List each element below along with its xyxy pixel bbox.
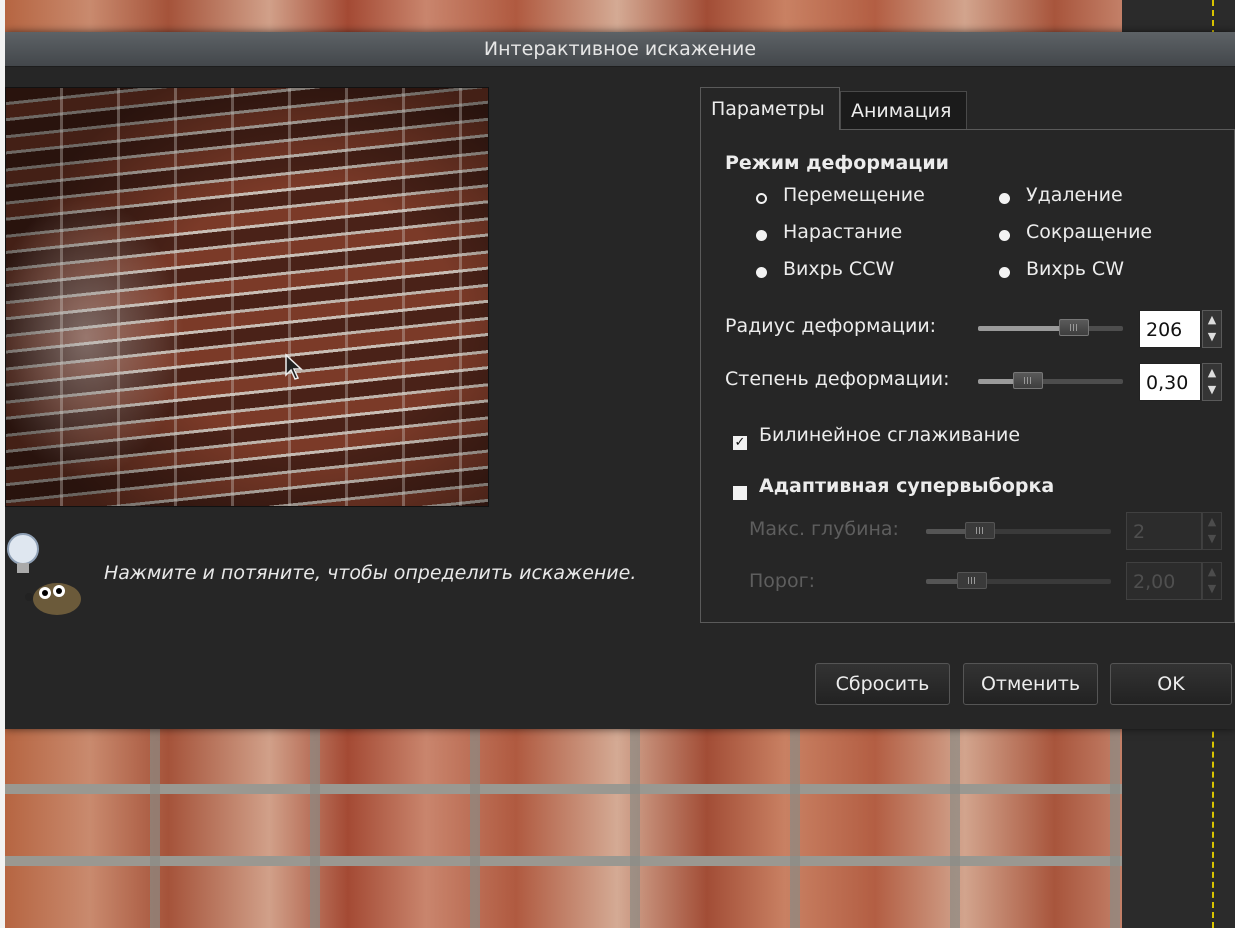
- radio-grow-label[interactable]: Нарастание: [783, 221, 902, 243]
- radio-swirl-ccw-icon[interactable]: [756, 267, 767, 278]
- chevron-up-icon: ▲: [1207, 565, 1217, 578]
- chevron-up-icon: ▲: [1207, 515, 1217, 528]
- radius-label: Радиус деформации:: [725, 315, 937, 337]
- window-edge: [0, 0, 5, 928]
- iwarp-dialog: Интерактивное искажение Нажмите и потяни…: [5, 32, 1235, 729]
- radio-move-icon[interactable]: [756, 193, 767, 204]
- max-depth-label: Макс. глубина:: [749, 518, 899, 540]
- canvas-image-top: [0, 0, 1126, 32]
- tab-animation[interactable]: Анимация: [840, 91, 967, 129]
- wilber-hint-icon: [7, 533, 81, 615]
- adaptive-label[interactable]: Адаптивная супервыборка: [759, 475, 1054, 497]
- warp-preview[interactable]: [5, 87, 489, 507]
- bilinear-label[interactable]: Билинейное сглаживание: [759, 424, 1020, 446]
- threshold-label: Порог:: [749, 570, 815, 592]
- bilinear-checkbox[interactable]: ✓: [733, 436, 747, 450]
- radius-slider-handle[interactable]: [1058, 319, 1089, 336]
- threshold-value-input: 2,00: [1126, 562, 1202, 600]
- chevron-up-icon[interactable]: ▲: [1208, 313, 1216, 326]
- pointer-cursor-icon: [285, 353, 303, 380]
- amount-spin-buttons[interactable]: ▲ ▼: [1202, 363, 1222, 401]
- ok-button[interactable]: OK: [1110, 663, 1232, 705]
- max-depth-slider-handle: [964, 522, 995, 539]
- reset-button[interactable]: Сбросить: [815, 663, 950, 705]
- radio-move-label[interactable]: Перемещение: [783, 184, 925, 206]
- amount-value-input[interactable]: 0,30: [1139, 363, 1201, 401]
- radio-swirl-cw-label[interactable]: Вихрь CW: [1026, 258, 1124, 280]
- radius-spin-buttons[interactable]: ▲ ▼: [1202, 310, 1222, 348]
- radio-grow-icon[interactable]: [756, 230, 767, 241]
- threshold-spin-buttons: ▲ ▼: [1202, 562, 1222, 600]
- dialog-title[interactable]: Интерактивное искажение: [5, 32, 1235, 67]
- chevron-down-icon: ▼: [1207, 532, 1217, 545]
- radio-remove-label[interactable]: Удаление: [1026, 184, 1123, 206]
- max-depth-spin-buttons: ▲ ▼: [1202, 512, 1222, 550]
- hint-text: Нажмите и потяните, чтобы определить иск…: [104, 562, 637, 584]
- chevron-down-icon[interactable]: ▼: [1208, 383, 1216, 396]
- radio-remove-icon[interactable]: [999, 193, 1010, 204]
- amount-slider-handle[interactable]: [1012, 372, 1043, 389]
- max-depth-slider: [926, 522, 1111, 539]
- amount-label: Степень деформации:: [725, 368, 950, 390]
- chevron-down-icon[interactable]: ▼: [1208, 330, 1216, 343]
- threshold-slider-handle: [957, 572, 987, 589]
- canvas-image-bottom: [0, 729, 1126, 928]
- radio-shrink-icon[interactable]: [999, 230, 1010, 241]
- threshold-slider: [926, 572, 1111, 589]
- radius-value-input[interactable]: 206: [1139, 310, 1201, 348]
- radio-swirl-ccw-label[interactable]: Вихрь CCW: [783, 258, 894, 280]
- adaptive-checkbox[interactable]: [733, 486, 747, 500]
- radius-slider[interactable]: [978, 319, 1123, 336]
- deform-mode-heading: Режим деформации: [725, 152, 949, 174]
- chevron-down-icon: ▼: [1207, 582, 1217, 595]
- tab-parameters[interactable]: Параметры: [700, 87, 840, 130]
- parameters-panel: Режим деформации Перемещение Удаление На…: [700, 129, 1235, 623]
- chevron-up-icon[interactable]: ▲: [1208, 366, 1216, 379]
- radio-swirl-cw-icon[interactable]: [999, 267, 1010, 278]
- cancel-button[interactable]: Отменить: [963, 663, 1098, 705]
- max-depth-value-input: 2: [1126, 512, 1202, 550]
- radio-shrink-label[interactable]: Сокращение: [1026, 221, 1152, 243]
- amount-slider[interactable]: [978, 372, 1123, 389]
